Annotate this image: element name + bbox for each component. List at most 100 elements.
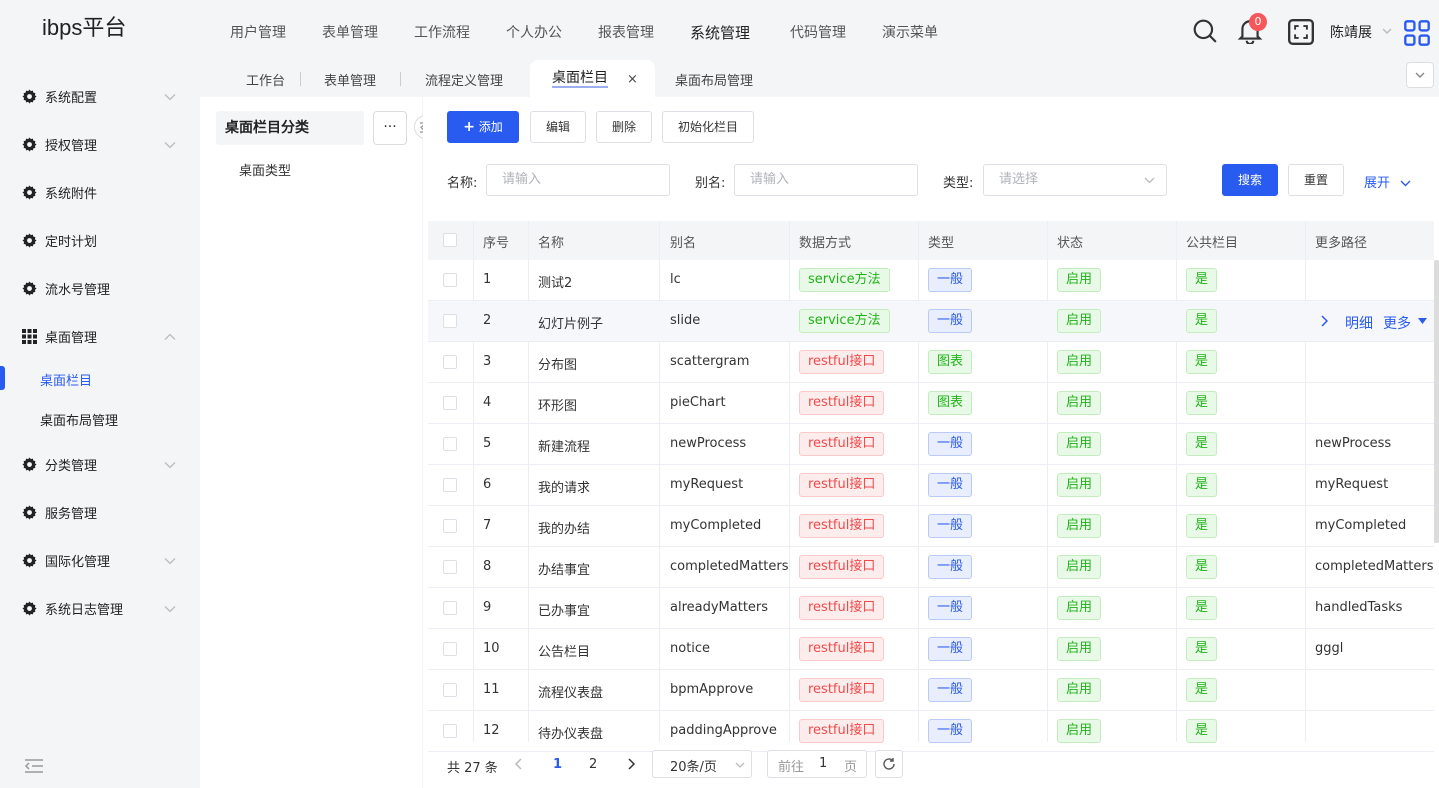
topnav-item[interactable]: 系统管理: [690, 22, 750, 43]
type-tag: 图表: [928, 350, 973, 374]
sidebar-subitem[interactable]: 桌面布局管理: [40, 410, 118, 429]
type-select[interactable]: 请选择: [983, 164, 1167, 196]
row-checkbox[interactable]: [443, 560, 457, 574]
type-tag: 一般: [928, 678, 973, 702]
active-indicator: [0, 366, 5, 390]
sidebar-item[interactable]: 定时计划: [22, 228, 97, 252]
goto-page-input[interactable]: 1: [819, 756, 827, 771]
refresh-button[interactable]: [875, 750, 903, 778]
table-scrollbar[interactable]: [1434, 260, 1439, 543]
search-button[interactable]: 搜索: [1222, 164, 1278, 196]
sidebar-item[interactable]: 服务管理: [22, 500, 97, 524]
row-detail-link[interactable]: 明细: [1345, 313, 1373, 333]
row-checkbox[interactable]: [443, 355, 457, 369]
topnav-item[interactable]: 表单管理: [322, 22, 378, 42]
chevron-right-icon[interactable]: [1320, 315, 1328, 327]
topnav-item[interactable]: 工作流程: [414, 22, 470, 42]
tree-more-button[interactable]: ···: [373, 111, 407, 145]
tree-item[interactable]: 桌面类型: [239, 160, 291, 179]
sidebar-item[interactable]: 国际化管理: [22, 548, 110, 572]
tab-active[interactable]: 桌面栏目: [552, 70, 608, 88]
status-tag: 启用: [1057, 637, 1102, 661]
public-tag: 是: [1186, 719, 1218, 743]
sidebar-item[interactable]: 桌面管理: [22, 324, 97, 348]
sidebar-item[interactable]: 分类管理: [22, 452, 97, 476]
sidebar-item[interactable]: 流水号管理: [22, 276, 110, 300]
sidebar-item[interactable]: 授权管理: [22, 132, 97, 156]
cell-no: 5: [483, 436, 492, 451]
row-checkbox[interactable]: [443, 519, 457, 533]
next-page-icon[interactable]: [627, 758, 636, 770]
reset-button[interactable]: 重置: [1288, 164, 1344, 196]
gear-icon: [22, 504, 37, 520]
data-mode-tag: restful接口: [799, 391, 885, 415]
chevron-up-icon[interactable]: [164, 331, 176, 343]
row-checkbox[interactable]: [443, 642, 457, 656]
row-checkbox[interactable]: [443, 396, 457, 410]
data-mode-tag: restful接口: [799, 350, 885, 374]
sidebar-item[interactable]: 系统配置: [22, 84, 97, 108]
chevron-down-icon[interactable]: [164, 459, 176, 471]
tree-title[interactable]: 桌面栏目分类: [216, 111, 364, 145]
expand-filters-button[interactable]: 展开: [1364, 172, 1411, 191]
row-checkbox[interactable]: [443, 478, 457, 492]
cell-path: completedMatters: [1315, 559, 1434, 574]
page-size-select[interactable]: 20条/页: [652, 750, 752, 778]
delete-button[interactable]: 删除: [596, 111, 652, 143]
alias-input[interactable]: 请输入: [734, 164, 918, 196]
topnav-item[interactable]: 个人办公: [506, 22, 562, 42]
cell-no: 10: [483, 641, 500, 656]
chevron-down-icon[interactable]: [164, 603, 176, 615]
row-checkbox[interactable]: [443, 314, 457, 328]
sidebar-item[interactable]: 系统日志管理: [22, 596, 123, 620]
tab[interactable]: 表单管理: [324, 70, 376, 89]
data-mode-tag: restful接口: [799, 596, 885, 620]
row-checkbox[interactable]: [443, 437, 457, 451]
chevron-down-icon[interactable]: [1382, 27, 1392, 35]
sidebar-subitem[interactable]: 桌面栏目: [40, 370, 92, 389]
public-tag: 是: [1186, 268, 1218, 292]
edit-button[interactable]: 编辑: [530, 111, 586, 143]
caret-down-icon[interactable]: [1418, 318, 1427, 324]
init-column-button[interactable]: 初始化栏目: [662, 111, 754, 143]
type-tag: 一般: [928, 309, 973, 333]
add-button[interactable]: + 添加: [447, 111, 519, 143]
tab-dropdown-button[interactable]: [1406, 62, 1434, 88]
chevron-down-icon[interactable]: [164, 139, 176, 151]
cell-path: myRequest: [1315, 477, 1389, 492]
public-tag: 是: [1186, 514, 1218, 538]
status-tag: 启用: [1057, 596, 1102, 620]
chevron-down-icon[interactable]: [164, 555, 176, 567]
cell-name: 新建流程: [538, 440, 591, 455]
fullscreen-icon[interactable]: [1288, 19, 1314, 45]
row-more-link[interactable]: 更多: [1383, 313, 1411, 333]
select-all-checkbox[interactable]: [443, 233, 457, 247]
apps-grid-icon[interactable]: [1404, 20, 1430, 46]
prev-page-icon[interactable]: [514, 758, 523, 770]
search-icon[interactable]: [1192, 18, 1218, 44]
row-checkbox[interactable]: [443, 601, 457, 615]
chevron-down-icon[interactable]: [164, 91, 176, 103]
page-2[interactable]: 2: [589, 757, 597, 772]
topnav-item[interactable]: 演示菜单: [882, 22, 938, 42]
topnav-item[interactable]: 报表管理: [598, 22, 654, 42]
total-count: 共 27 条: [447, 761, 498, 776]
tab[interactable]: 桌面布局管理: [675, 70, 753, 89]
name-input[interactable]: 请输入: [486, 164, 670, 196]
tab[interactable]: 工作台: [246, 70, 285, 89]
topnav-item[interactable]: 用户管理: [230, 22, 286, 42]
row-checkbox[interactable]: [443, 273, 457, 287]
row-checkbox[interactable]: [443, 683, 457, 697]
gear-icon: [22, 88, 37, 104]
tab[interactable]: 流程定义管理: [425, 70, 503, 89]
username[interactable]: 陈靖展: [1330, 22, 1372, 42]
page-1[interactable]: 1: [553, 757, 562, 772]
row-checkbox[interactable]: [443, 724, 457, 738]
cell-alias: newProcess: [670, 436, 747, 451]
cell-alias: scattergram: [670, 354, 750, 369]
data-mode-tag: restful接口: [799, 514, 885, 538]
sidebar-item[interactable]: 系统附件: [22, 180, 97, 204]
collapse-sidebar-icon[interactable]: [24, 758, 44, 774]
close-icon[interactable]: ×: [627, 72, 638, 87]
topnav-item[interactable]: 代码管理: [790, 22, 846, 42]
